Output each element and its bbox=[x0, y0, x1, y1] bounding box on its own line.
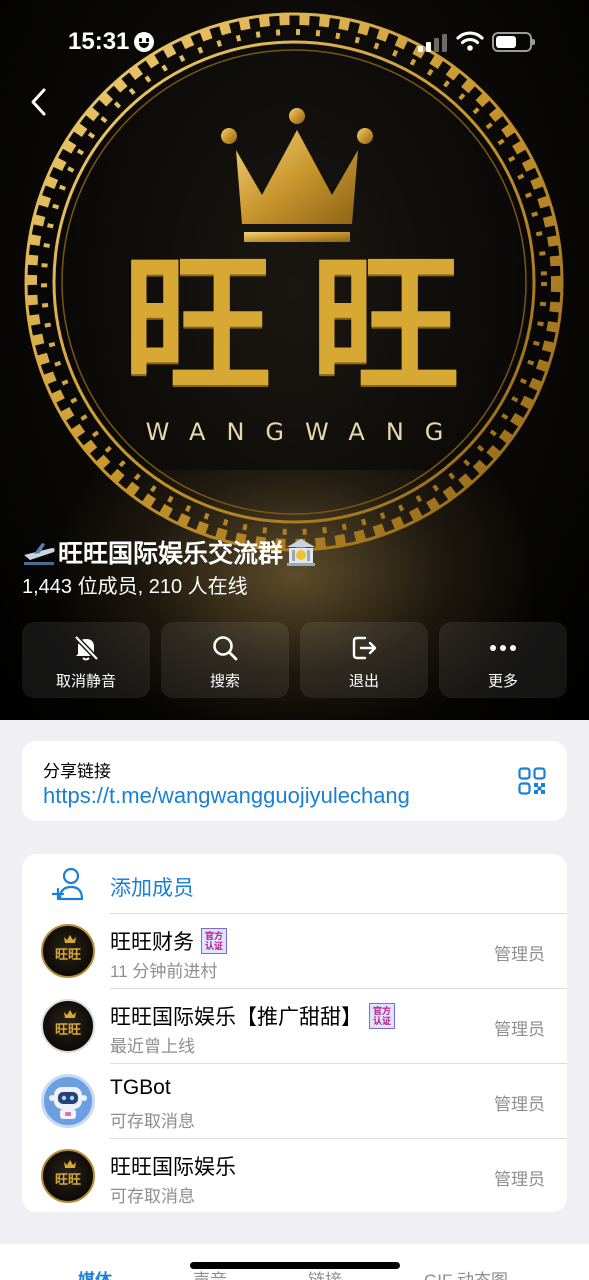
crown-icon bbox=[64, 1160, 76, 1168]
action-label: 搜索 bbox=[209, 673, 240, 690]
crown-icon bbox=[64, 1010, 76, 1018]
action-bar: 取消静音 搜索 退出 更多 bbox=[0, 622, 589, 698]
member-row[interactable]: TGBot 可存取消息 管理员 bbox=[22, 1064, 567, 1139]
more-button[interactable]: 更多 bbox=[439, 622, 567, 698]
back-icon[interactable] bbox=[24, 84, 58, 120]
member-name-text: 旺旺国际娱乐 bbox=[110, 1156, 236, 1179]
member-role: 管理员 bbox=[494, 1170, 545, 1189]
robot-icon bbox=[49, 1087, 87, 1119]
member-name-text: 旺旺国际娱乐【推广甜甜】 bbox=[110, 1006, 362, 1029]
bank-emoji-icon bbox=[285, 537, 317, 567]
leave-button[interactable]: 退出 bbox=[300, 622, 428, 698]
avatar-text: 旺旺 bbox=[54, 948, 81, 963]
share-link-label: 分享链接 bbox=[43, 762, 111, 781]
member-role: 管理员 bbox=[494, 945, 545, 964]
signal-icon bbox=[418, 34, 448, 52]
badge-line: 认证 bbox=[204, 941, 223, 951]
share-link-url[interactable]: https://t.me/wangwangguojiyulechang bbox=[43, 783, 410, 809]
avatar: 旺旺 bbox=[41, 1149, 95, 1203]
member-row[interactable]: 旺旺 旺旺国际娱乐【推广甜甜】 官方 认证 最近曾上线 管理员 bbox=[22, 989, 567, 1064]
smiley-icon bbox=[134, 32, 154, 52]
tab-media[interactable]: 媒体 bbox=[78, 1266, 112, 1280]
add-member-button[interactable]: 添加成员 bbox=[22, 854, 567, 913]
badge-line: 认证 bbox=[372, 1016, 391, 1026]
member-name-text: TGBot bbox=[110, 1076, 171, 1099]
add-member-label: 添加成员 bbox=[110, 877, 194, 900]
avatar: 旺旺 bbox=[41, 999, 95, 1053]
member-role: 管理员 bbox=[494, 1020, 545, 1039]
bell-slash-icon bbox=[74, 635, 99, 661]
member-count: 1,443 位成员, 210 人在线 bbox=[22, 576, 248, 598]
leave-icon bbox=[352, 636, 377, 660]
share-link-card[interactable]: 分享链接 https://t.me/wangwangguojiyulechang bbox=[22, 741, 567, 821]
logo-char: 旺 bbox=[309, 237, 460, 413]
group-title: 旺旺国际娱乐交流群 bbox=[22, 534, 317, 570]
unmute-button[interactable]: 取消静音 bbox=[22, 622, 150, 698]
action-label: 退出 bbox=[348, 673, 379, 690]
battery-icon bbox=[492, 32, 535, 52]
avatar bbox=[41, 1074, 95, 1128]
member-name: TGBot bbox=[110, 1076, 171, 1100]
wifi-icon bbox=[456, 31, 484, 51]
add-member-icon bbox=[52, 867, 84, 901]
status-time: 15:31 bbox=[68, 28, 130, 55]
group-logo bbox=[24, 12, 564, 552]
members-card: 添加成员 旺旺 旺旺财务 官方 认证 11 分钟前进村 管理员 旺旺 旺旺国际娱… bbox=[22, 854, 567, 1212]
member-row[interactable]: 旺旺 旺旺国际娱乐 可存取消息 管理员 bbox=[22, 1139, 567, 1214]
member-status: 可存取消息 bbox=[110, 1187, 195, 1206]
tab-gif[interactable]: GIF 动态图 bbox=[424, 1266, 508, 1280]
badge-line: 官方 bbox=[204, 931, 223, 941]
member-status: 可存取消息 bbox=[110, 1112, 195, 1131]
more-icon bbox=[490, 645, 516, 651]
logo-subtitle: WANGWANG bbox=[145, 418, 465, 446]
group-header: 旺 旺 WANGWANG 15:31 旺旺国际娱乐交流群 1,443 位成员, … bbox=[0, 0, 589, 720]
member-role: 管理员 bbox=[494, 1095, 545, 1114]
search-icon bbox=[213, 636, 238, 661]
badge-line: 官方 bbox=[372, 1006, 391, 1016]
member-name: 旺旺财务 官方 认证 bbox=[110, 926, 227, 956]
action-label: 取消静音 bbox=[55, 673, 116, 690]
crown-icon bbox=[221, 108, 373, 242]
avatar: 旺旺 bbox=[41, 924, 95, 978]
search-button[interactable]: 搜索 bbox=[161, 622, 289, 698]
member-name: 旺旺国际娱乐 bbox=[110, 1151, 236, 1181]
crown-icon bbox=[64, 935, 76, 943]
member-status: 最近曾上线 bbox=[110, 1037, 195, 1056]
group-title-text: 旺旺国际娱乐交流群 bbox=[58, 540, 284, 568]
member-name-text: 旺旺财务 bbox=[110, 931, 194, 954]
member-name: 旺旺国际娱乐【推广甜甜】 官方 认证 bbox=[110, 1001, 395, 1031]
member-status: 11 分钟前进村 bbox=[110, 962, 218, 981]
avatar-text: 旺旺 bbox=[54, 1023, 81, 1038]
airplane-emoji-icon bbox=[22, 538, 56, 566]
qr-code-icon[interactable] bbox=[518, 767, 546, 795]
action-label: 更多 bbox=[487, 673, 518, 690]
home-indicator[interactable] bbox=[190, 1262, 400, 1269]
verified-badge: 官方 认证 bbox=[201, 928, 227, 954]
verified-badge: 官方 认证 bbox=[369, 1003, 395, 1029]
member-row[interactable]: 旺旺 旺旺财务 官方 认证 11 分钟前进村 管理员 bbox=[22, 914, 567, 989]
logo-char: 旺 bbox=[121, 237, 272, 413]
avatar-text: 旺旺 bbox=[54, 1173, 81, 1188]
